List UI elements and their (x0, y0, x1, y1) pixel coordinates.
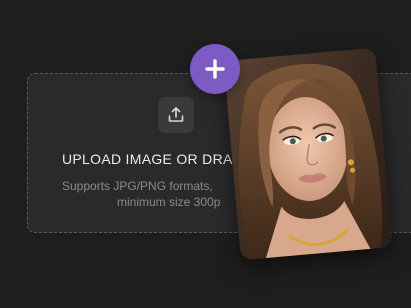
portrait-photo (223, 47, 393, 261)
add-image-button[interactable] (190, 44, 240, 94)
upload-size-text: minimum size 300p (117, 195, 221, 209)
upload-icon (168, 107, 184, 122)
upload-formats-text: Supports JPG/PNG formats, (62, 179, 213, 193)
plus-icon (205, 59, 225, 79)
sample-photo-card (223, 47, 393, 261)
upload-stage: UPLOAD IMAGE OR DRA Supports JPG/PNG for… (0, 0, 411, 308)
upload-title: UPLOAD IMAGE OR DRA (62, 151, 233, 167)
upload-button[interactable] (158, 97, 194, 133)
